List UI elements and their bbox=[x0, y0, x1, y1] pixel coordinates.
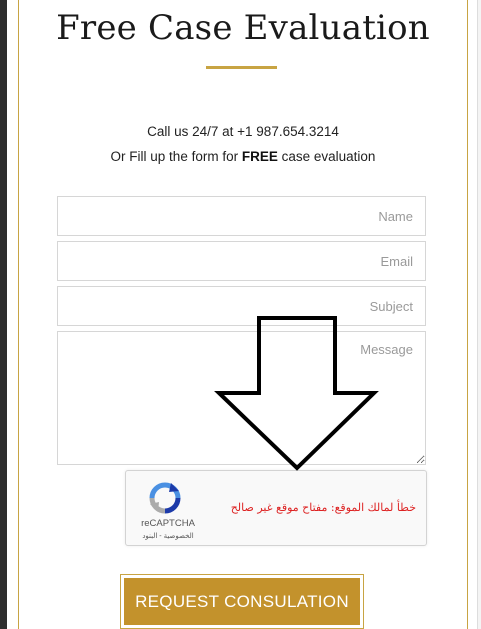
name-input[interactable] bbox=[57, 196, 426, 236]
subject-input[interactable] bbox=[57, 286, 426, 326]
submit-button-frame: REQUEST CONSULATION bbox=[120, 574, 364, 629]
recaptcha-privacy-terms-links[interactable]: الخصوصية - البنود bbox=[138, 532, 198, 540]
recaptcha-error-message: خطأ لمالك الموقع: مفتاح موقع غير صالح bbox=[230, 501, 416, 514]
call-us-text: Call us 24/7 at +1 987.654.3214 bbox=[147, 124, 339, 139]
request-consultation-button[interactable]: REQUEST CONSULATION bbox=[124, 578, 360, 625]
intro-prefix: Or Fill up the form for bbox=[110, 149, 242, 164]
right-gold-border bbox=[467, 0, 468, 629]
email-input[interactable] bbox=[57, 241, 426, 281]
recaptcha-brand: reCAPTCHA bbox=[141, 518, 195, 529]
page-left-edge bbox=[0, 0, 7, 629]
intro-free: FREE bbox=[241, 149, 278, 164]
form-title: Free Case Evaluation bbox=[56, 8, 430, 48]
recaptcha-widget[interactable]: reCAPTCHA الخصوصية - البنود خطأ لمالك ال… bbox=[125, 470, 427, 546]
title-underline bbox=[206, 66, 277, 69]
left-gold-border bbox=[18, 0, 19, 629]
intro-suffix: case evaluation bbox=[277, 149, 376, 164]
form-intro-text: Or Fill up the form for FREE case evalua… bbox=[19, 149, 467, 164]
message-textarea[interactable] bbox=[57, 331, 426, 465]
window-right-edge bbox=[477, 0, 481, 629]
recaptcha-icon bbox=[149, 482, 181, 514]
